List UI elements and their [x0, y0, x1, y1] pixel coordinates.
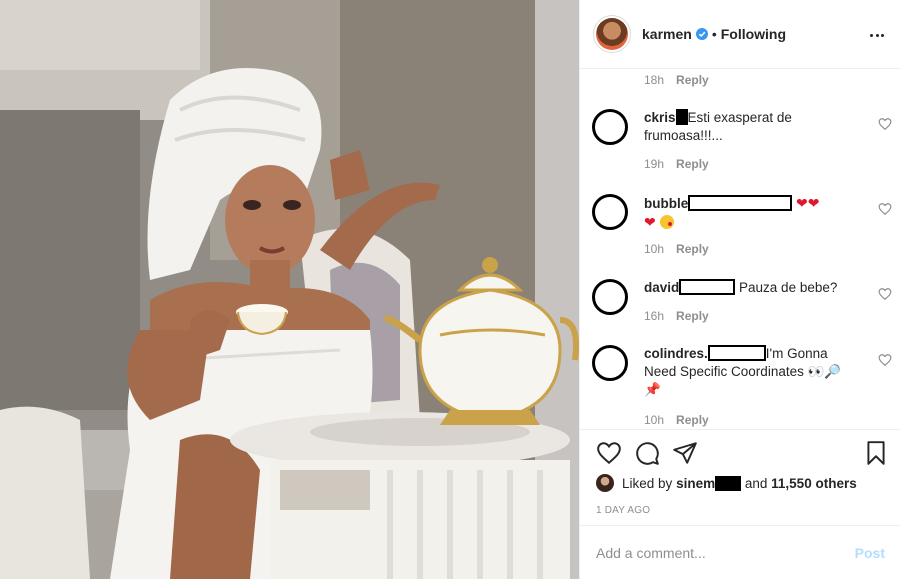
header-separator: • — [711, 26, 717, 42]
comment-time: 16h — [644, 309, 665, 323]
author-avatar[interactable] — [596, 18, 628, 50]
red-heart-emoji-icon: ❤ — [644, 214, 656, 230]
reply-button[interactable]: Reply — [676, 413, 709, 427]
likes-summary: Liked by sinem and 11,550 others — [596, 474, 857, 492]
commenter-username[interactable]: ckris — [644, 110, 676, 125]
comments-list[interactable]: 18h Reply ckris Esti exasperat de frumoas… — [580, 69, 900, 429]
comment-input[interactable] — [596, 544, 855, 561]
like-comment-heart-icon[interactable] — [878, 202, 892, 216]
post-side-panel: karmen • Following 18h Reply ckris Esti e… — [579, 0, 900, 579]
redaction-box — [707, 345, 766, 361]
redaction-box — [715, 475, 742, 491]
post-actions: Liked by sinem and 11,550 others 1 DAY A… — [580, 429, 900, 516]
post-photo[interactable] — [0, 0, 579, 579]
red-heart-emoji-icon: ❤ — [796, 195, 808, 211]
commenter-avatar[interactable] — [592, 345, 628, 381]
commenter-avatar[interactable] — [592, 279, 628, 315]
more-dot-icon — [870, 33, 873, 37]
liker-username[interactable]: sinem — [676, 476, 715, 491]
comment-meta: 19h Reply — [644, 157, 709, 171]
comment-time: 19h — [644, 157, 665, 171]
save-bookmark-icon[interactable] — [863, 440, 889, 466]
comment-meta: 10h Reply — [644, 242, 709, 256]
like-comment-heart-icon[interactable] — [878, 287, 892, 301]
like-heart-icon[interactable] — [596, 440, 622, 466]
commenter-username[interactable]: david — [644, 280, 679, 295]
more-options-button[interactable] — [867, 25, 887, 45]
add-comment-bar: Post — [580, 525, 900, 579]
more-dot-icon — [875, 33, 879, 37]
eyes-emoji-icon: 👀 — [807, 364, 825, 379]
comment-bubble-icon[interactable] — [634, 440, 660, 466]
following-button[interactable]: Following — [721, 26, 786, 42]
share-paper-plane-icon[interactable] — [672, 440, 698, 466]
commenter-username[interactable]: colindres. — [644, 346, 708, 361]
action-icons-row — [580, 430, 900, 474]
comment-body: bubble ❤❤ ❤ — [644, 194, 854, 232]
comment-time: 10h — [644, 413, 665, 427]
commenter-username[interactable]: bubble — [644, 196, 688, 211]
more-dot-icon — [881, 33, 884, 37]
author-username[interactable]: karmen — [642, 26, 692, 42]
reply-button[interactable]: Reply — [676, 73, 709, 87]
comment-time: 10h — [644, 242, 665, 256]
verified-badge-icon — [695, 28, 708, 40]
comment-meta: 10h Reply — [644, 413, 709, 427]
kissing-face-emoji-icon — [659, 215, 674, 229]
post-comment-button[interactable]: Post — [855, 545, 885, 561]
comment-meta: 18h Reply — [644, 73, 709, 87]
redaction-box — [675, 109, 688, 125]
post-header: karmen • Following — [580, 0, 900, 69]
pin-emoji-icon: 📌 — [644, 382, 661, 397]
post-photo-image — [0, 0, 579, 579]
reply-button[interactable]: Reply — [676, 309, 709, 323]
comment-time: 18h — [644, 73, 665, 87]
redaction-box — [679, 279, 736, 295]
reply-button[interactable]: Reply — [676, 242, 709, 256]
red-heart-emoji-icon: ❤ — [807, 195, 820, 211]
comment-body: ckris Esti exasperat de frumoasa!!!... — [644, 109, 854, 145]
likes-others-link[interactable]: 11,550 others — [771, 476, 857, 491]
likes-prefix: Liked by — [622, 475, 673, 491]
magnifier-emoji-icon: 🔎 — [824, 364, 842, 379]
redaction-box — [688, 195, 793, 211]
comment-body: david Pauza de bebe? — [644, 279, 854, 297]
post-time-ago[interactable]: 1 DAY AGO — [596, 505, 650, 516]
commenter-avatar[interactable] — [592, 109, 628, 145]
like-comment-heart-icon[interactable] — [878, 353, 892, 367]
liker-avatar[interactable] — [596, 474, 614, 492]
comment-meta: 16h Reply — [644, 309, 709, 323]
comment-body: colindres. I'm Gonna Need Specific Coordi… — [644, 345, 854, 399]
like-comment-heart-icon[interactable] — [878, 117, 892, 131]
reply-button[interactable]: Reply — [676, 157, 709, 171]
comment-text: Pauza de bebe? — [739, 280, 838, 295]
likes-conj: and — [744, 475, 768, 491]
commenter-avatar[interactable] — [592, 194, 628, 230]
